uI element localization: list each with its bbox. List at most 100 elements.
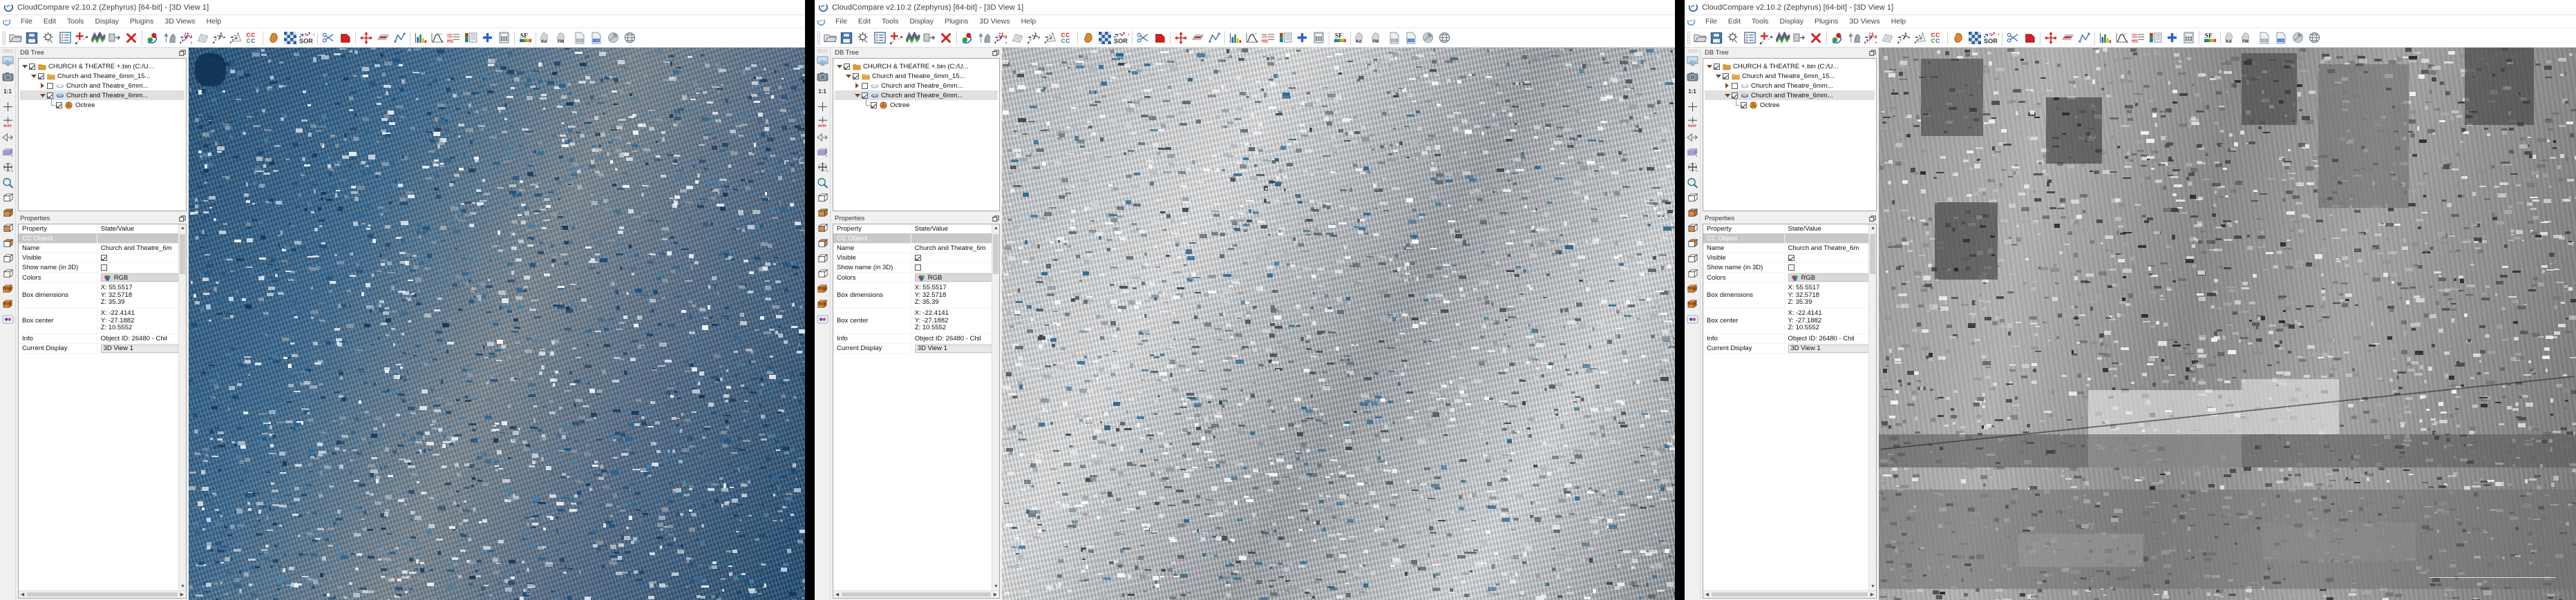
toolbar-fm-icon[interactable]: FM <box>1370 30 1386 46</box>
db-tree-item-checkbox[interactable] <box>1714 64 1720 70</box>
scroll-left-icon[interactable]: ◀ <box>833 591 841 599</box>
tree-expander[interactable] <box>29 75 38 78</box>
toolbar-register-icon[interactable] <box>1829 30 1846 46</box>
toolbar-sample-mesh-icon[interactable] <box>211 30 227 46</box>
left-toolbar-view-iso1-icon[interactable]: FRONT <box>1685 282 1700 296</box>
menu-item-edit[interactable]: Edit <box>1723 17 1746 26</box>
left-toolbar-pan-move-icon[interactable] <box>815 160 830 175</box>
left-toolbar-view-right-icon[interactable] <box>1685 267 1700 281</box>
left-toolbar-viewing-mode-icon[interactable] <box>1685 145 1700 159</box>
toolbar-cc-cc-icon[interactable]: CCCC <box>1929 30 1945 46</box>
left-toolbar-zoom-magnifier-icon[interactable] <box>815 175 830 190</box>
db-tree-item-checkbox[interactable] <box>862 93 868 99</box>
toolbar-plus-blue-icon[interactable] <box>1294 30 1310 46</box>
menu-item-display[interactable]: Display <box>1774 17 1809 26</box>
menu-item-3d-views[interactable]: 3D Views <box>974 17 1015 26</box>
toolbar-pie-icon[interactable] <box>605 30 621 46</box>
left-toolbar-view-front-icon[interactable] <box>1 221 15 235</box>
toolbar-colorbar-icon[interactable] <box>462 30 479 46</box>
left-toolbar-view-iso1-icon[interactable]: FRONT <box>815 282 830 296</box>
property-display-combo[interactable]: 3D View 1 <box>1788 345 1874 353</box>
properties-vertical-scrollbar[interactable]: ▲ ▼ <box>1868 224 1876 590</box>
toolbar-add-point-icon[interactable] <box>1758 30 1774 46</box>
left-toolbar-camera-snapshot-icon[interactable] <box>815 69 830 84</box>
toolbar-save-icon[interactable] <box>838 30 855 46</box>
toolbar-label-icon[interactable] <box>337 30 353 46</box>
left-toolbar-view-iso2-icon[interactable]: BACK <box>1685 297 1700 311</box>
left-toolbar-zoom-magnifier-icon[interactable] <box>1 175 15 190</box>
left-toolbar-zoom-one-to-one-icon[interactable]: 1:1 <box>1 84 15 99</box>
scroll-up-icon[interactable]: ▲ <box>179 224 187 232</box>
menu-item-display[interactable]: Display <box>90 17 124 26</box>
toolbar-checker-icon[interactable] <box>1967 30 1983 46</box>
toolbar-sample-mesh-icon[interactable] <box>1025 30 1042 46</box>
toolbar-globe-icon[interactable] <box>621 30 638 46</box>
toolbar-register-icon[interactable] <box>959 30 976 46</box>
toolbar-histogram-icon[interactable] <box>1227 30 1244 46</box>
property-value-cell[interactable]: 3D View 1 <box>1785 344 1877 354</box>
left-toolbar-view-right-icon[interactable] <box>1 267 15 281</box>
properties-horizontal-scrollbar[interactable]: ◀ ▶ <box>19 590 186 598</box>
toolbar-add-point-icon[interactable] <box>888 30 905 46</box>
scrollbar-thumb[interactable] <box>27 592 178 597</box>
left-toolbar-stereo-icon[interactable] <box>815 312 830 327</box>
toolbar-colorbar-icon[interactable] <box>2147 30 2163 46</box>
tree-expander[interactable] <box>853 83 862 88</box>
tree-expander[interactable] <box>1723 83 1732 88</box>
tree-expander[interactable] <box>20 65 29 68</box>
property-value-cell[interactable]: 3D View 1 <box>911 344 999 354</box>
toolbar-global-shift-icon[interactable] <box>855 30 871 46</box>
menu-item-help[interactable]: Help <box>1886 17 1912 26</box>
toolbar-cm-icon[interactable] <box>265 30 282 46</box>
tree-expander[interactable] <box>1723 94 1732 97</box>
toolbar-histogram-icon[interactable] <box>2097 30 2114 46</box>
left-toolbar-view-right-icon[interactable] <box>815 267 830 281</box>
toolbar-mesh-icon[interactable] <box>194 30 211 46</box>
scroll-right-icon[interactable]: ▶ <box>992 591 999 599</box>
db-tree-item[interactable]: Church and Theatre_6mm... <box>20 81 184 90</box>
left-toolbar-view-iso2-icon[interactable]: BACK <box>815 297 830 311</box>
toolbar-register-icon[interactable] <box>144 30 161 46</box>
toolbar-globe-icon[interactable] <box>2306 30 2322 46</box>
property-colors-combo[interactable]: RGB <box>101 273 183 282</box>
menu-item-file[interactable]: File <box>1700 17 1723 26</box>
db-tree-item[interactable]: Church and Theatre_6mm... <box>1705 90 1875 100</box>
toolbar-cloud-points-icon[interactable] <box>1862 30 1879 46</box>
menu-item-edit[interactable]: Edit <box>38 17 61 26</box>
left-toolbar-viewing-mode-icon[interactable] <box>1 145 15 159</box>
tree-expander[interactable] <box>835 65 844 68</box>
toolbar-kd-icon[interactable]: Kd <box>1353 30 1370 46</box>
left-toolbar-view-top-icon[interactable] <box>815 191 830 205</box>
db-tree-item[interactable]: Church and Theatre_6mm... <box>1705 81 1875 90</box>
db-tree-item-checkbox[interactable] <box>38 73 44 79</box>
menu-item-plugins[interactable]: Plugins <box>1809 17 1844 26</box>
toolbar-sf-icon[interactable]: SF <box>1332 30 1348 46</box>
scroll-down-icon[interactable]: ▼ <box>992 583 1000 590</box>
left-toolbar-camera-snapshot-icon[interactable] <box>1685 69 1700 84</box>
toolbar-cm-icon[interactable] <box>1950 30 1967 46</box>
toolbar-delete-icon[interactable] <box>938 30 954 46</box>
left-toolbar-set-pivot-icon[interactable] <box>1 99 15 114</box>
properties-panel[interactable]: Property State/Value CC Object Name Chur… <box>1703 224 1877 599</box>
toolbar-plus-blue-icon[interactable] <box>2163 30 2180 46</box>
toolbar-minmax-icon[interactable]: minmax <box>1260 30 1277 46</box>
db-tree-item-checkbox[interactable] <box>844 64 850 70</box>
toolbar-label-icon[interactable] <box>2021 30 2038 46</box>
toolbar-mesh-triangulate-icon[interactable] <box>1042 30 1059 46</box>
toolbar-trace-polyline-icon[interactable] <box>2076 30 2092 46</box>
toolbar-stl-export-icon[interactable]: STL <box>2256 30 2273 46</box>
left-toolbar-view-back-icon[interactable] <box>1685 236 1700 251</box>
db-tree-item-checkbox[interactable] <box>1732 93 1738 99</box>
left-toolbar-view-front-icon[interactable] <box>1685 221 1700 235</box>
left-toolbar-view-left-icon[interactable] <box>815 251 830 266</box>
left-toolbar-auto-pivot-icon[interactable]: auto <box>1685 115 1700 129</box>
toolbar-mesh-icon[interactable] <box>1009 30 1025 46</box>
menu-item-3d-views[interactable]: 3D Views <box>159 17 200 26</box>
toolbar-fm-icon[interactable]: FM <box>2239 30 2256 46</box>
tree-expander[interactable] <box>844 75 853 78</box>
db-tree-item-checkbox[interactable] <box>1732 83 1738 89</box>
toolbar-minmax-icon[interactable]: minmax <box>2130 30 2147 46</box>
toolbar-sor-icon[interactable]: SOR <box>1983 30 2000 46</box>
toolbar-cloud-points-icon[interactable] <box>178 30 194 46</box>
db-tree-item-checkbox[interactable] <box>56 102 62 108</box>
